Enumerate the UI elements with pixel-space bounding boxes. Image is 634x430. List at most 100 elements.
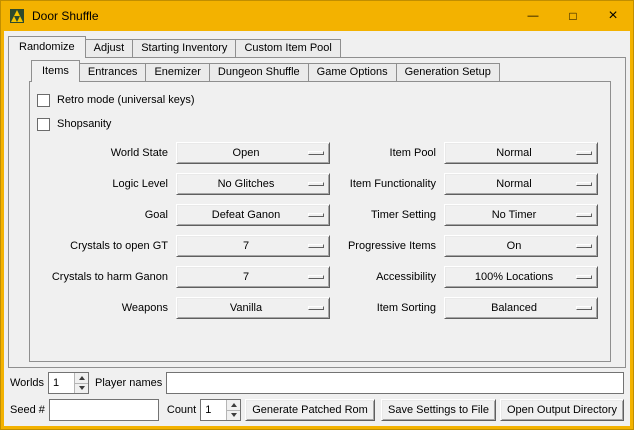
tab-dungeon-shuffle[interactable]: Dungeon Shuffle xyxy=(209,63,309,81)
titlebar[interactable]: Door Shuffle — □ × xyxy=(1,1,633,31)
dropdown-value: On xyxy=(507,240,536,252)
seed-input[interactable] xyxy=(49,399,159,421)
dropdown-indicator-icon xyxy=(576,182,592,186)
seed-row: Seed # Count Generate Patched Rom Save S… xyxy=(10,399,624,421)
dropdown-value: No Timer xyxy=(492,209,551,221)
goal-dropdown[interactable]: Defeat Ganon xyxy=(176,204,330,226)
save-settings-button[interactable]: Save Settings to File xyxy=(381,399,496,421)
logic-level-dropdown[interactable]: No Glitches xyxy=(176,173,330,195)
worlds-spin-buttons xyxy=(74,373,88,393)
tab-generation-setup[interactable]: Generation Setup xyxy=(396,63,500,81)
timer-setting-dropdown[interactable]: No Timer xyxy=(444,204,598,226)
dropdown-indicator-icon xyxy=(576,244,592,248)
shopsanity-label: Shopsanity xyxy=(57,118,111,130)
count-spin-buttons xyxy=(226,400,240,420)
player-names-input[interactable] xyxy=(166,372,624,394)
retro-mode-label: Retro mode (universal keys) xyxy=(57,94,195,106)
count-spin-up-button[interactable] xyxy=(227,400,240,410)
dropdown-value: Balanced xyxy=(491,302,551,314)
progressive-items-dropdown[interactable]: On xyxy=(444,235,598,257)
close-icon: × xyxy=(608,7,617,25)
weapons-label: Weapons xyxy=(36,302,172,314)
dropdown-indicator-icon xyxy=(308,306,324,310)
logic-level-label: Logic Level xyxy=(36,178,172,190)
generate-patched-rom-button[interactable]: Generate Patched Rom xyxy=(245,399,375,421)
randomize-panel: Items Entrances Enemizer Dungeon Shuffle… xyxy=(8,57,626,368)
minimize-button[interactable]: — xyxy=(513,1,553,31)
spin-down-icon xyxy=(231,413,237,417)
dropdown-indicator-icon xyxy=(308,151,324,155)
dropdown-value: Normal xyxy=(496,147,545,159)
tab-items[interactable]: Items xyxy=(31,60,80,82)
items-panel: Retro mode (universal keys) Shopsanity W… xyxy=(29,81,611,362)
dropdown-value: Normal xyxy=(496,178,545,190)
tab-entrances[interactable]: Entrances xyxy=(79,63,147,81)
timer-setting-label: Timer Setting xyxy=(334,209,440,221)
dropdown-value: 100% Locations xyxy=(475,271,567,283)
dropdown-indicator-icon xyxy=(308,275,324,279)
worlds-spin-up-button[interactable] xyxy=(75,373,88,383)
dropdown-indicator-icon xyxy=(308,213,324,217)
retro-mode-checkbox[interactable] xyxy=(37,94,50,107)
dropdown-indicator-icon xyxy=(576,151,592,155)
shopsanity-checkbox[interactable] xyxy=(37,118,50,131)
tab-enemizer[interactable]: Enemizer xyxy=(145,63,209,81)
seed-label: Seed # xyxy=(10,404,45,416)
tab-randomize[interactable]: Randomize xyxy=(8,36,86,58)
world-state-label: World State xyxy=(36,147,172,159)
count-spinbox xyxy=(200,399,241,421)
dropdown-indicator-icon xyxy=(576,275,592,279)
tab-game-options[interactable]: Game Options xyxy=(308,63,397,81)
maximize-icon: □ xyxy=(569,9,576,23)
tab-adjust[interactable]: Adjust xyxy=(85,39,134,57)
app-window: Door Shuffle — □ × Randomize Adjust Star… xyxy=(0,0,634,430)
bottom-controls: Worlds Player names Seed # Count xyxy=(4,372,630,426)
crystals-open-gt-dropdown[interactable]: 7 xyxy=(176,235,330,257)
worlds-spinbox xyxy=(48,372,89,394)
open-output-directory-button[interactable]: Open Output Directory xyxy=(500,399,624,421)
accessibility-dropdown[interactable]: 100% Locations xyxy=(444,266,598,288)
window-title: Door Shuffle xyxy=(32,9,99,23)
accessibility-label: Accessibility xyxy=(334,271,440,283)
client-area: Randomize Adjust Starting Inventory Cust… xyxy=(4,31,630,426)
spin-up-icon xyxy=(79,376,85,380)
outer-tabbar: Randomize Adjust Starting Inventory Cust… xyxy=(8,36,626,57)
count-input[interactable] xyxy=(201,400,226,420)
crystals-harm-ganon-dropdown[interactable]: 7 xyxy=(176,266,330,288)
weapons-dropdown[interactable]: Vanilla xyxy=(176,297,330,319)
app-icon xyxy=(9,8,25,24)
dropdown-value: Defeat Ganon xyxy=(212,209,295,221)
dropdown-value: Vanilla xyxy=(230,302,276,314)
count-label: Count xyxy=(167,404,196,416)
item-pool-label: Item Pool xyxy=(334,147,440,159)
dropdown-value: 7 xyxy=(243,240,263,252)
minimize-icon: — xyxy=(528,10,539,22)
dropdown-indicator-icon xyxy=(308,182,324,186)
item-functionality-label: Item Functionality xyxy=(334,178,440,190)
spin-down-icon xyxy=(79,386,85,390)
worlds-row: Worlds Player names xyxy=(10,372,624,394)
worlds-label: Worlds xyxy=(10,377,44,389)
tab-custom-item-pool[interactable]: Custom Item Pool xyxy=(235,39,340,57)
count-spin-down-button[interactable] xyxy=(227,410,240,421)
retro-mode-row: Retro mode (universal keys) xyxy=(36,88,602,112)
maximize-button[interactable]: □ xyxy=(553,1,593,31)
crystals-open-gt-label: Crystals to open GT xyxy=(36,240,172,252)
shopsanity-row: Shopsanity xyxy=(36,112,602,136)
player-names-label: Player names xyxy=(95,377,162,389)
worlds-spin-down-button[interactable] xyxy=(75,383,88,394)
close-button[interactable]: × xyxy=(593,1,633,31)
options-grid: World State Open Item Pool Normal Logic … xyxy=(36,142,602,319)
dropdown-indicator-icon xyxy=(576,213,592,217)
item-functionality-dropdown[interactable]: Normal xyxy=(444,173,598,195)
dropdown-indicator-icon xyxy=(308,244,324,248)
item-sorting-dropdown[interactable]: Balanced xyxy=(444,297,598,319)
dropdown-indicator-icon xyxy=(576,306,592,310)
dropdown-value: Open xyxy=(233,147,274,159)
tab-starting-inventory[interactable]: Starting Inventory xyxy=(132,39,236,57)
dropdown-value: No Glitches xyxy=(218,178,289,190)
world-state-dropdown[interactable]: Open xyxy=(176,142,330,164)
worlds-input[interactable] xyxy=(49,373,74,393)
spin-up-icon xyxy=(231,403,237,407)
item-pool-dropdown[interactable]: Normal xyxy=(444,142,598,164)
